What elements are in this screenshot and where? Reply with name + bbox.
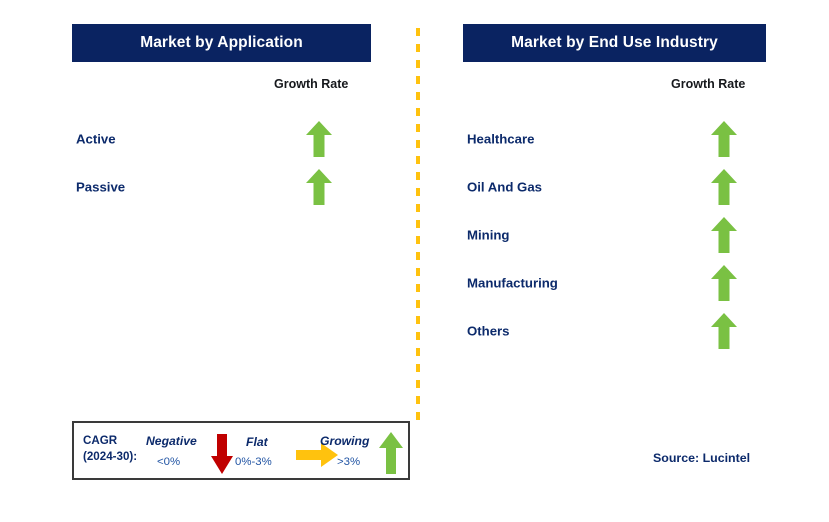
legend-term-growing: Growing bbox=[320, 434, 370, 448]
end-use-label-others: Others bbox=[467, 323, 510, 339]
growth-rate-column-label-end-use: Growth Rate bbox=[671, 77, 746, 91]
panel-title-market-by-application: Market by Application bbox=[72, 24, 371, 62]
cagr-legend-box: CAGR (2024-30): Negative <0% Flat 0%-3% … bbox=[72, 421, 410, 480]
up-arrow-icon bbox=[711, 169, 737, 205]
panel-market-by-end-use-industry: Market by End Use Industry Healthcare Oil… bbox=[463, 24, 766, 349]
end-use-label-healthcare: Healthcare bbox=[467, 131, 535, 147]
legend-title: CAGR (2024-30): bbox=[83, 433, 137, 465]
panel-market-by-application: Market by Application Active Passive bbox=[72, 24, 371, 205]
down-arrow-icon bbox=[211, 434, 233, 474]
segment-row: Manufacturing bbox=[463, 259, 766, 307]
up-arrow-icon bbox=[711, 265, 737, 301]
application-label-passive: Passive bbox=[76, 179, 126, 195]
end-use-label-mining: Mining bbox=[467, 227, 510, 243]
segment-row: Oil And Gas bbox=[463, 163, 766, 211]
up-arrow-icon bbox=[306, 169, 332, 205]
up-arrow-icon bbox=[711, 313, 737, 349]
segment-row: Healthcare bbox=[463, 115, 766, 163]
legend-range-growing: >3% bbox=[337, 456, 361, 468]
legend-term-flat: Flat bbox=[246, 435, 268, 449]
segment-row: Active bbox=[72, 115, 371, 163]
legend-range-negative: <0% bbox=[157, 456, 181, 468]
legend-title-line1: CAGR bbox=[83, 434, 118, 447]
growth-rate-column-label-application: Growth Rate bbox=[274, 77, 349, 91]
segment-list-end-use: Healthcare Oil And Gas Mining Manufacturing… bbox=[463, 115, 766, 355]
segment-row: Others bbox=[463, 307, 766, 355]
end-use-label-manufacturing: Manufacturing bbox=[467, 275, 558, 291]
panel-title-market-by-end-use-industry: Market by End Use Industry bbox=[463, 24, 766, 62]
legend-term-negative: Negative bbox=[146, 434, 197, 448]
up-arrow-icon bbox=[379, 432, 403, 474]
end-use-label-oil-and-gas: Oil And Gas bbox=[467, 179, 542, 195]
up-arrow-icon bbox=[306, 121, 332, 157]
segment-row: Mining bbox=[463, 211, 766, 259]
source-note: Source: Lucintel bbox=[653, 451, 751, 465]
legend-title-line2: (2024-30): bbox=[83, 450, 138, 463]
up-arrow-icon bbox=[711, 121, 737, 157]
legend-range-flat: 0%-3% bbox=[235, 456, 272, 468]
vertical-dashed-divider bbox=[416, 28, 420, 424]
application-label-active: Active bbox=[76, 131, 116, 147]
segment-row: Passive bbox=[72, 163, 371, 211]
up-arrow-icon bbox=[711, 217, 737, 253]
segment-list-application: Active Passive bbox=[72, 115, 371, 211]
